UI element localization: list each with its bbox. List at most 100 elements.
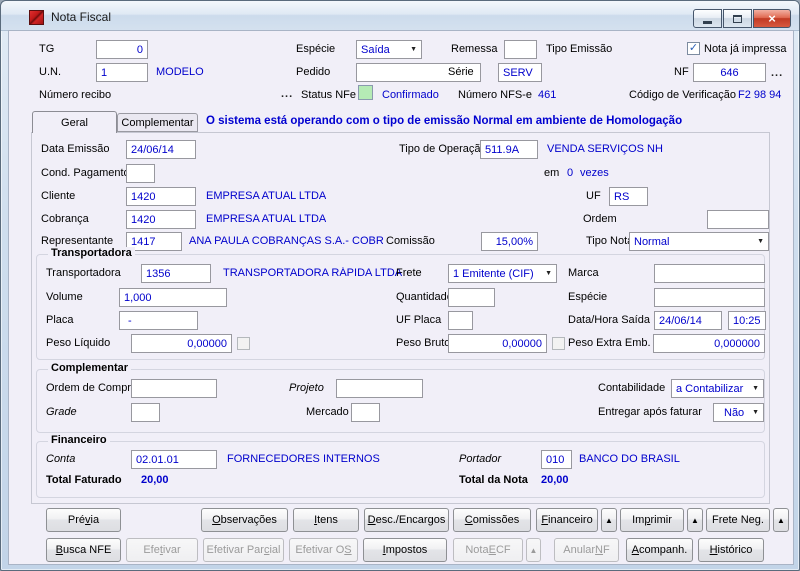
environment-message: O sistema está operando com o tipo de em… — [206, 115, 682, 127]
desc-encargos-button[interactable]: Desc./Encargos — [364, 508, 449, 532]
maximize-icon — [733, 15, 742, 23]
peso-liquido-label: Peso Líquido — [46, 337, 110, 349]
impostos-button[interactable]: Impostos — [363, 538, 447, 562]
grade-input[interactable] — [131, 403, 160, 422]
chevron-down-icon: ▼ — [749, 409, 759, 416]
especie-transp-input[interactable] — [654, 288, 765, 307]
previa-button[interactable]: Prévia — [46, 508, 121, 532]
minimize-button[interactable] — [693, 9, 722, 28]
grade-label: Grade — [46, 406, 77, 418]
especie-value: Saída — [361, 44, 390, 56]
em-vezes-suffix: vezes — [580, 167, 609, 179]
peso-extra-input[interactable]: 0,000000 — [653, 334, 765, 353]
itens-button[interactable]: Itens — [293, 508, 359, 532]
chevron-down-icon: ▼ — [749, 385, 759, 392]
remessa-label: Remessa — [451, 43, 497, 55]
nota-ja-impressa-checkbox[interactable]: ✓ — [687, 42, 700, 55]
imprimir-button[interactable]: Imprimir — [620, 508, 684, 532]
tab-geral[interactable]: Geral — [32, 111, 117, 133]
placa-input[interactable]: - — [119, 311, 198, 330]
hora-saida-input[interactable]: 10:25 — [728, 311, 766, 330]
peso-extra-label: Peso Extra Emb. — [568, 337, 651, 349]
frete-select[interactable]: 1 Emitente (CIF) ▼ — [448, 264, 557, 283]
ordem-label: Ordem — [583, 213, 617, 225]
acompanh-button[interactable]: Acompanh. — [626, 538, 693, 562]
up-arrow-icon: ▲ — [691, 516, 699, 525]
window-title: Nota Fiscal — [51, 10, 111, 24]
data-emissao-input[interactable]: 24/06/14 — [126, 140, 196, 159]
frete-neg-expand-button[interactable]: ▲ — [773, 508, 789, 532]
pedido-label: Pedido — [296, 66, 330, 78]
quantidade-label: Quantidade — [396, 291, 453, 303]
peso-liquido-checkbox — [237, 337, 250, 350]
peso-liquido-input[interactable]: 0,00000 — [131, 334, 232, 353]
marca-label: Marca — [568, 267, 599, 279]
entregar-apos-faturar-select[interactable]: Não ▼ — [713, 403, 764, 422]
ordem-compra-input[interactable] — [131, 379, 217, 398]
em-label: em — [544, 167, 559, 179]
observacoes-button[interactable]: Observações — [201, 508, 288, 532]
serie-input[interactable]: SERV — [498, 63, 542, 82]
marca-input[interactable] — [654, 264, 765, 283]
quantidade-input[interactable] — [448, 288, 495, 307]
comissao-input[interactable]: 15,00% — [481, 232, 538, 251]
uf-input[interactable]: RS — [609, 187, 648, 206]
up-arrow-icon: ▲ — [605, 516, 613, 525]
conta-input[interactable]: 02.01.01 — [131, 450, 217, 469]
portador-input[interactable]: 010 — [541, 450, 572, 469]
cliente-input[interactable]: 1420 — [126, 187, 196, 206]
especie-select[interactable]: Saída ▼ — [356, 40, 422, 59]
busca-nfe-button[interactable]: Busca NFE — [46, 538, 121, 562]
tipo-operacao-label: Tipo de Operação — [399, 143, 487, 155]
cobranca-label: Cobrança — [41, 213, 89, 225]
financeiro-button[interactable]: Financeiro — [536, 508, 598, 532]
serie-label: Série — [448, 66, 474, 78]
projeto-input[interactable] — [336, 379, 423, 398]
nf-input[interactable]: 646 — [693, 63, 766, 82]
peso-bruto-input[interactable]: 0,00000 — [448, 334, 547, 353]
close-button[interactable]: × — [753, 9, 791, 28]
contabilidade-select[interactable]: a Contabilizar ▼ — [671, 379, 764, 398]
cobranca-input[interactable]: 1420 — [126, 210, 196, 229]
imprimir-expand-button[interactable]: ▲ — [687, 508, 703, 532]
up-arrow-icon: ▲ — [530, 546, 538, 555]
numero-nfse-value: 461 — [538, 89, 556, 101]
tab-complementar[interactable]: Complementar — [117, 113, 198, 132]
frete-label: Frete — [396, 267, 422, 279]
un-input[interactable]: 1 — [96, 63, 148, 82]
titlebar[interactable]: Nota Fiscal × — [1, 1, 800, 31]
volume-input[interactable]: 1,000 — [119, 288, 227, 307]
ordem-input[interactable] — [707, 210, 769, 229]
frete-value: 1 Emitente (CIF) — [453, 268, 534, 280]
chevron-down-icon: ▼ — [407, 46, 417, 53]
nf-lookup-dots-button[interactable]: ... — [771, 67, 783, 79]
maximize-button[interactable] — [723, 9, 752, 28]
transportadora-input[interactable]: 1356 — [141, 264, 211, 283]
data-saida-input[interactable]: 24/06/14 — [654, 311, 722, 330]
tipo-operacao-input[interactable]: 511.9A — [480, 140, 538, 159]
efetivar-os-button: Efetivar OS — [289, 538, 358, 562]
representante-label: Representante — [41, 235, 113, 247]
tg-input[interactable]: 0 — [96, 40, 148, 59]
mercado-input[interactable] — [351, 403, 380, 422]
uf-placa-input[interactable] — [448, 311, 473, 330]
portador-desc: BANCO DO BRASIL — [579, 453, 680, 465]
frete-neg-button[interactable]: Frete Neg. — [706, 508, 770, 532]
ordem-compra-label: Ordem de Compra — [46, 382, 137, 394]
nota-ecf-button: Nota ECF — [453, 538, 523, 562]
cond-pagamento-input[interactable] — [126, 164, 155, 183]
comissoes-button[interactable]: Comissões — [453, 508, 531, 532]
financeiro-expand-button[interactable]: ▲ — [601, 508, 617, 532]
historico-button[interactable]: Histórico — [698, 538, 764, 562]
tipo-nota-select[interactable]: Normal ▼ — [629, 232, 769, 251]
financeiro-group-title: Financeiro — [48, 434, 110, 446]
numero-recibo-dots-button[interactable]: ... — [281, 88, 293, 100]
tipo-emissao-label: Tipo Emissão — [546, 43, 612, 55]
chevron-down-icon: ▼ — [754, 238, 764, 245]
total-faturado-label: Total Faturado — [46, 474, 122, 486]
entregar-apos-faturar-label: Entregar após faturar — [598, 406, 702, 418]
remessa-input[interactable] — [504, 40, 537, 59]
volume-label: Volume — [46, 291, 83, 303]
uf-label: UF — [586, 190, 601, 202]
complementar-group-title: Complementar — [48, 362, 131, 374]
